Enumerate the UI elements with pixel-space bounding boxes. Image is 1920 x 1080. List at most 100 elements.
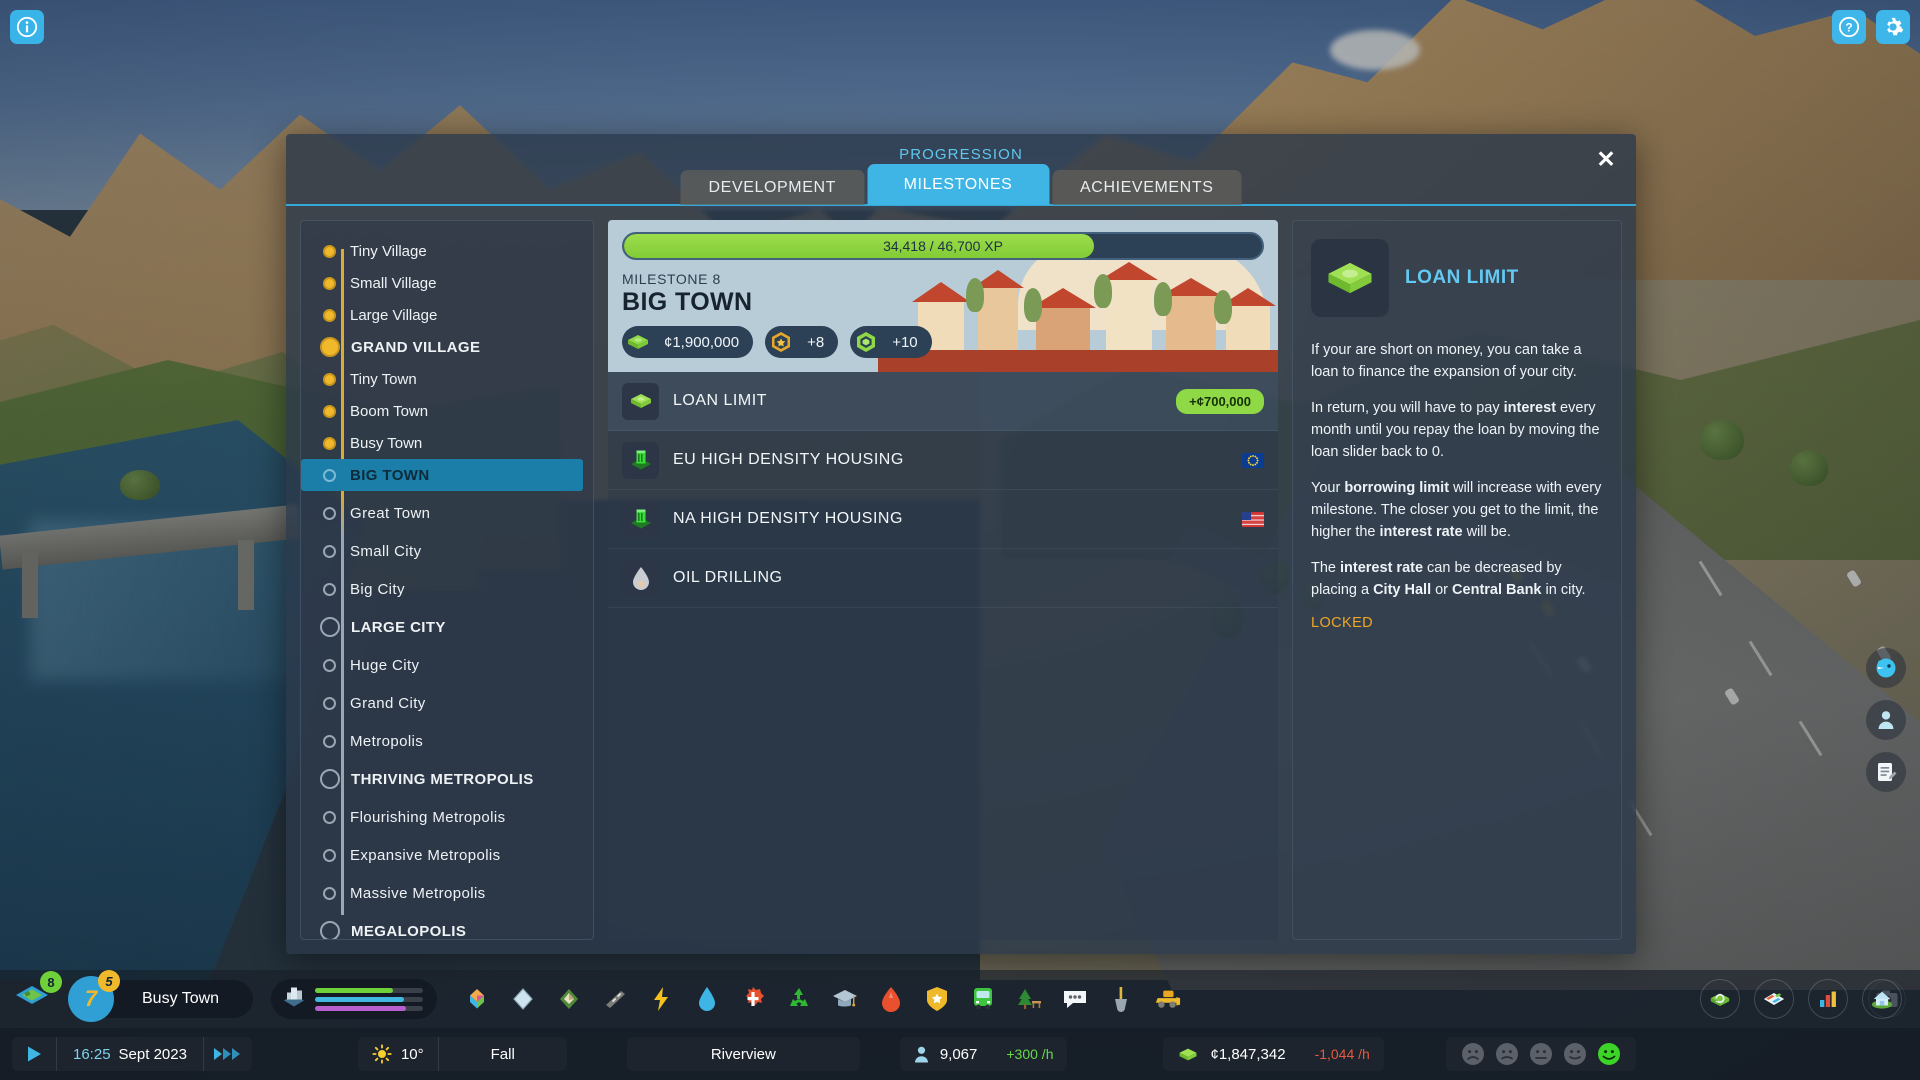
milestone-row[interactable]: Small City — [301, 535, 593, 567]
milestone-row[interactable]: Big City — [301, 573, 593, 605]
milestone-row-label: LARGE CITY — [351, 618, 446, 636]
fast-forward-button[interactable] — [204, 1037, 252, 1071]
milestone-row[interactable]: Great Town — [301, 497, 593, 529]
milestone-dot — [320, 769, 340, 789]
milestone-row[interactable]: THRIVING METROPOLIS — [301, 763, 593, 795]
fire-icon[interactable] — [877, 985, 905, 1013]
milestone-row-label: THRIVING METROPOLIS — [351, 770, 534, 788]
milestone-level-button[interactable]: 7 5 — [68, 970, 120, 1022]
transportation-icon[interactable] — [969, 985, 997, 1013]
milestone-row[interactable]: Tiny Village — [301, 235, 593, 267]
money-stat[interactable]: ¢1,847,342 -1,044 /h — [1163, 1037, 1384, 1071]
milestone-dot — [323, 696, 336, 710]
happiness-face-3 — [1563, 1043, 1586, 1065]
unlock-detail-header: LOAN LIMIT — [1311, 239, 1603, 317]
milestone-dot — [323, 404, 336, 418]
happiness-face-4 — [1597, 1043, 1620, 1065]
milestone-row[interactable]: Small Village — [301, 267, 593, 299]
current-milestone-label: Busy Town — [142, 990, 220, 1007]
garbage-icon[interactable] — [785, 985, 813, 1013]
gear-icon — [1887, 17, 1904, 36]
reward-row[interactable]: LOAN LIMIT +¢700,000 — [608, 372, 1278, 431]
healthcare-icon[interactable] — [739, 985, 767, 1013]
development-point-icon — [850, 326, 882, 358]
info-button[interactable] — [10, 10, 44, 44]
money-value: ¢1,847,342 — [1210, 1045, 1286, 1063]
close-button[interactable]: ✕ — [1592, 146, 1620, 174]
water-icon[interactable] — [693, 985, 721, 1013]
notes-button[interactable] — [1866, 752, 1906, 792]
city-info-button[interactable] — [1862, 979, 1902, 1019]
tab-development[interactable]: DEVELOPMENT — [680, 170, 865, 205]
milestone-row[interactable]: Huge City — [301, 649, 593, 681]
milestone-row[interactable]: MEGALOPOLIS — [301, 915, 593, 939]
reward-row[interactable]: NA HIGH DENSITY HOUSING — [608, 490, 1278, 549]
reward-row[interactable]: OIL DRILLING — [608, 549, 1278, 608]
bottom-hud: 8 7 5 Busy Town 16:25 Sept 2023 10° Fall… — [0, 970, 1920, 1080]
population-rate: +300 /h — [1006, 1046, 1054, 1062]
tab-bar: DEVELOPMENT MILESTONES ACHIEVEMENTS — [680, 164, 1242, 205]
money-icon — [1180, 1048, 1197, 1060]
milestone-row[interactable]: Expansive Metropolis — [301, 839, 593, 871]
main-toolbar[interactable] — [463, 985, 1181, 1013]
reward-pill-expansion-permit: +8 — [765, 326, 839, 358]
communications-icon[interactable] — [1061, 985, 1089, 1013]
side-button-group — [1866, 648, 1906, 792]
temperature-value: 10° — [400, 1045, 424, 1063]
milestone-row[interactable]: Tiny Town — [301, 363, 593, 395]
population-stat[interactable]: 9,067 +300 /h — [899, 1037, 1068, 1071]
help-button[interactable]: ? — [1832, 10, 1866, 44]
happiness-indicator[interactable] — [1445, 1037, 1636, 1071]
milestone-row[interactable]: Large Village — [301, 299, 593, 331]
education-icon[interactable] — [831, 985, 859, 1013]
milestone-number: MILESTONE 8 — [622, 271, 721, 287]
demand-indicator[interactable] — [271, 979, 438, 1019]
chirper-button[interactable] — [1866, 648, 1906, 688]
milestone-row[interactable]: LARGE CITY — [301, 611, 593, 643]
landscaping-icon[interactable] — [1107, 985, 1135, 1013]
milestone-dot — [323, 436, 336, 450]
reward-row-label: OIL DRILLING — [673, 569, 783, 586]
tab-achievements[interactable]: ACHIEVEMENTS — [1052, 170, 1242, 205]
map-tiles-button[interactable]: 8 — [12, 971, 62, 1021]
high-density-building-icon — [622, 500, 659, 538]
milestone-row-label: Boom Town — [350, 402, 429, 420]
play-button[interactable] — [12, 1037, 56, 1071]
bulldoze-icon[interactable] — [1153, 985, 1181, 1013]
milestone-row[interactable]: Flourishing Metropolis — [301, 801, 593, 833]
electricity-icon[interactable] — [647, 985, 675, 1013]
city-name-display[interactable]: Riverview — [626, 1037, 860, 1071]
detail-paragraph: Your borrowing limit will increase with … — [1311, 480, 1602, 541]
tab-milestones[interactable]: MILESTONES — [867, 164, 1050, 205]
milestone-row[interactable]: GRAND VILLAGE — [301, 331, 593, 363]
statistics-button[interactable] — [1808, 979, 1848, 1019]
reward-pill-development-value: +10 — [892, 333, 918, 351]
reward-pill-cash: ¢1,900,000 — [622, 326, 754, 358]
milestone-row-label: Small Village — [350, 274, 437, 292]
map-tiles-badge: 8 — [40, 971, 62, 993]
unlock-detail-icon-frame — [1311, 239, 1389, 317]
map-overlays-button[interactable] — [1754, 979, 1794, 1019]
reward-row[interactable]: EU HIGH DENSITY HOUSING — [608, 431, 1278, 490]
parks-icon[interactable] — [1015, 985, 1043, 1013]
high-density-building-icon — [622, 441, 659, 479]
unlock-reward-list[interactable]: LOAN LIMIT +¢700,000 EU HIGH DENSITY HOUSI… — [608, 372, 1278, 940]
settings-button[interactable] — [1876, 10, 1910, 44]
terrain-icon[interactable] — [555, 985, 583, 1013]
milestone-row[interactable]: Grand City — [301, 687, 593, 719]
economy-button[interactable] — [1700, 979, 1740, 1019]
reward-pill-development-point: +10 — [850, 326, 932, 358]
milestone-row[interactable]: BIG TOWN — [301, 459, 583, 491]
areas-icon[interactable] — [509, 985, 537, 1013]
milestone-dot — [323, 582, 336, 596]
citizen-button[interactable] — [1866, 700, 1906, 740]
roads-icon[interactable] — [601, 985, 629, 1013]
milestone-list[interactable]: Tiny Village Small Village Large Village GR… — [300, 220, 594, 940]
milestone-row[interactable]: Metropolis — [301, 725, 593, 757]
police-icon[interactable] — [923, 985, 951, 1013]
milestone-row[interactable]: Boom Town — [301, 395, 593, 427]
milestone-row[interactable]: Busy Town — [301, 427, 593, 459]
zones-icon[interactable] — [463, 985, 491, 1013]
svg-text:?: ? — [1845, 21, 1852, 35]
milestone-row[interactable]: Massive Metropolis — [301, 877, 593, 909]
